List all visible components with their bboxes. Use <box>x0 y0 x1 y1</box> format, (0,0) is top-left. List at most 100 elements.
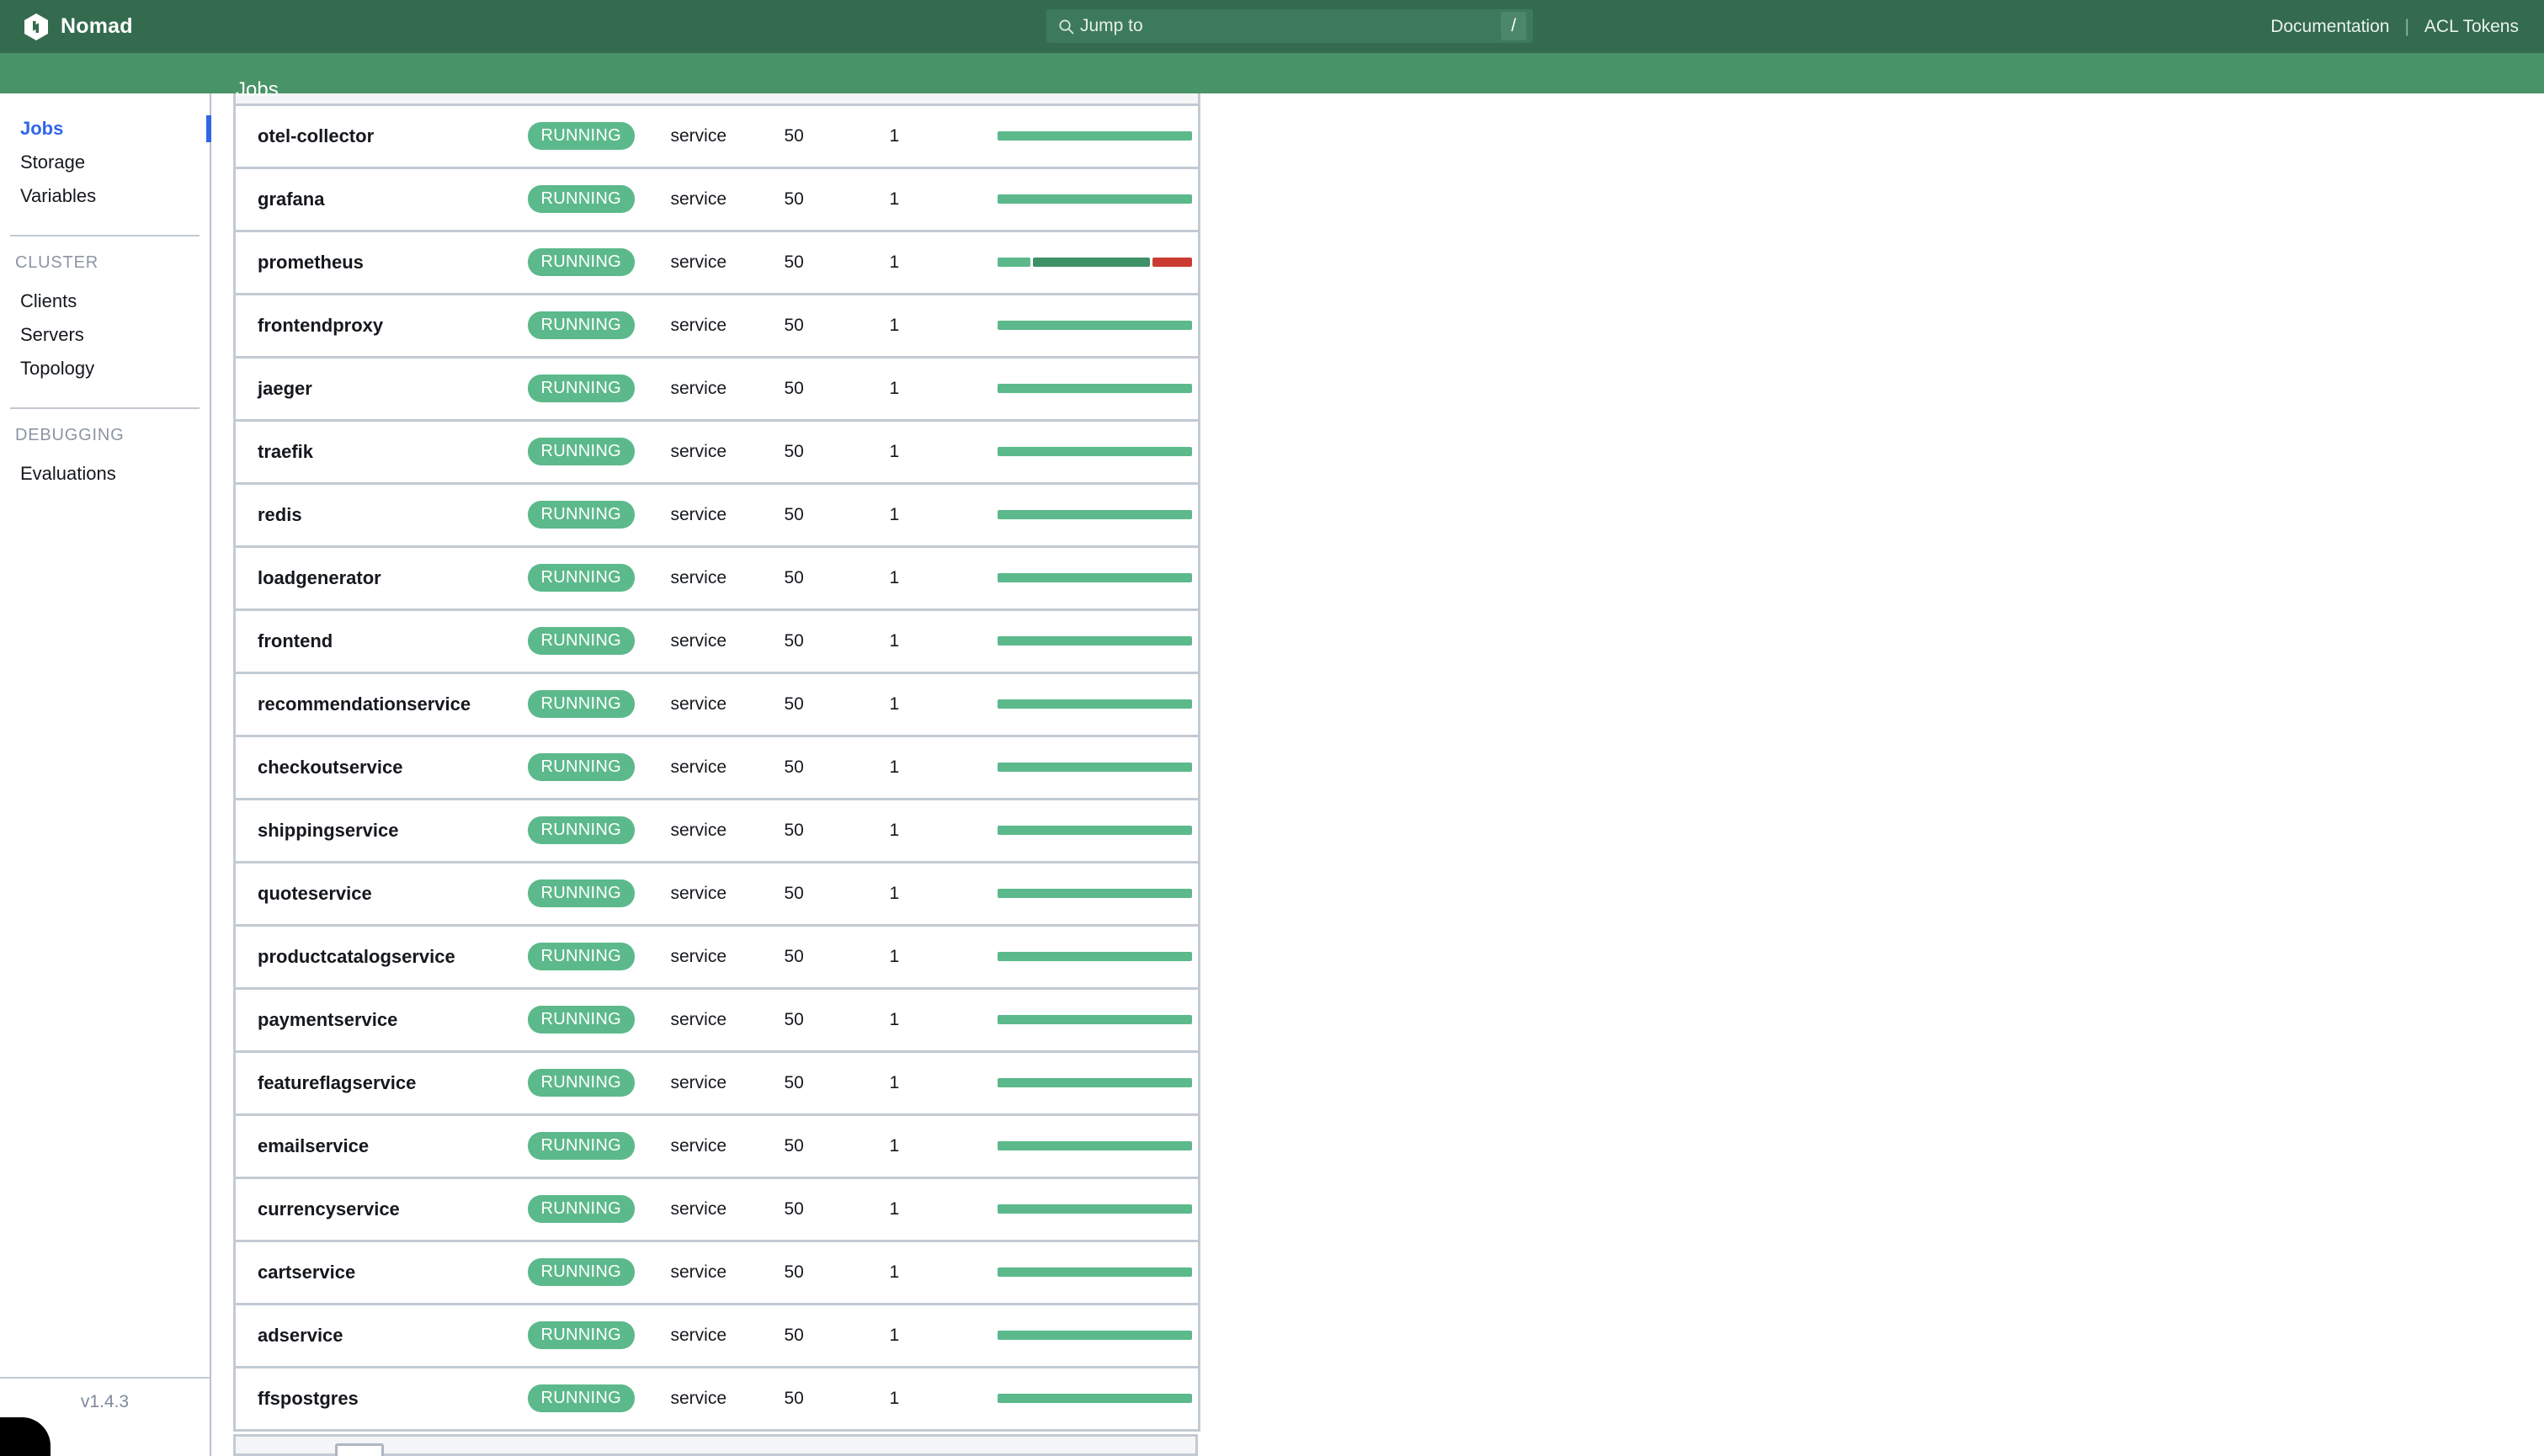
job-name-link[interactable]: recommendationservice <box>258 693 471 715</box>
job-priority-cell: 50 <box>763 483 868 546</box>
summary-segment-running <box>998 384 1192 393</box>
job-name-link[interactable]: otel-collector <box>258 125 374 146</box>
job-name-cell[interactable]: frontendproxy <box>235 294 506 357</box>
jump-to-search-box[interactable]: Jump to / <box>1046 9 1533 43</box>
pagination-button[interactable] <box>335 1443 384 1456</box>
allocation-summary-bar <box>998 826 1192 835</box>
table-row[interactable]: otel-collectorRUNNINGservice501 <box>235 104 1200 167</box>
topnav-links: Documentation | ACL Tokens <box>2270 0 2519 53</box>
job-status-cell: RUNNING <box>506 294 649 357</box>
summary-segment-running <box>998 1141 1192 1150</box>
job-name-cell[interactable]: redis <box>235 483 506 546</box>
sidebar-item-clients[interactable]: Clients <box>0 284 210 318</box>
job-name-cell[interactable]: emailservice <box>235 1114 506 1177</box>
job-name-link[interactable]: frontendproxy <box>258 315 383 336</box>
job-name-cell[interactable]: jaeger <box>235 357 506 420</box>
table-row[interactable]: featureflagserviceRUNNINGservice501 <box>235 1051 1200 1114</box>
summary-segment-running <box>998 447 1192 456</box>
brand-home-link[interactable]: Nomad <box>24 13 133 40</box>
job-name-cell[interactable]: prometheus <box>235 231 506 294</box>
job-name-link[interactable]: currencyservice <box>258 1198 400 1220</box>
table-row[interactable]: prometheusRUNNINGservice501 <box>235 231 1200 294</box>
job-name-link[interactable]: featureflagservice <box>258 1072 416 1093</box>
table-row[interactable]: cartserviceRUNNINGservice501 <box>235 1241 1200 1304</box>
job-status-cell: RUNNING <box>506 609 649 672</box>
table-row[interactable]: jaegerRUNNINGservice501 <box>235 357 1200 420</box>
table-row[interactable]: paymentserviceRUNNINGservice501 <box>235 988 1200 1051</box>
job-name-cell[interactable]: quoteservice <box>235 862 506 925</box>
job-name-cell[interactable]: adservice <box>235 1304 506 1367</box>
job-groups-cell: 1 <box>868 1114 976 1177</box>
job-name-link[interactable]: redis <box>258 504 302 525</box>
job-priority-cell: 50 <box>763 609 868 672</box>
job-name-link[interactable]: jaeger <box>258 378 312 399</box>
job-name-cell[interactable]: cartservice <box>235 1241 506 1304</box>
table-row[interactable]: quoteserviceRUNNINGservice501 <box>235 862 1200 925</box>
sidebar-item-topology[interactable]: Topology <box>0 352 210 385</box>
table-row[interactable]: traefikRUNNINGservice501 <box>235 420 1200 483</box>
summary-segment-running <box>998 131 1192 141</box>
job-type-cell: service <box>649 1177 763 1241</box>
table-row[interactable]: recommendationserviceRUNNINGservice501 <box>235 672 1200 736</box>
job-name-cell[interactable]: traefik <box>235 420 506 483</box>
job-name-cell[interactable]: paymentservice <box>235 988 506 1051</box>
table-row[interactable]: frontendRUNNINGservice501 <box>235 609 1200 672</box>
table-row[interactable]: redisRUNNINGservice501 <box>235 483 1200 546</box>
job-priority-cell: 50 <box>763 736 868 799</box>
table-row[interactable]: productcatalogserviceRUNNINGservice501 <box>235 925 1200 988</box>
job-name-link[interactable]: loadgenerator <box>258 567 381 588</box>
job-name-cell[interactable]: frontend <box>235 609 506 672</box>
acl-tokens-link[interactable]: ACL Tokens <box>2424 17 2519 37</box>
status-badge: RUNNING <box>528 122 635 150</box>
job-name-link[interactable]: frontend <box>258 630 333 651</box>
nomad-app: Nomad Jump to / Documentation | ACL Toke… <box>0 0 2544 1456</box>
table-row[interactable]: shippingserviceRUNNINGservice501 <box>235 799 1200 862</box>
job-name-link[interactable]: cartservice <box>258 1262 355 1283</box>
job-name-cell[interactable]: otel-collector <box>235 104 506 167</box>
job-name-link[interactable]: productcatalogservice <box>258 946 455 967</box>
jobs-table: Name Status Type Priority Groups Summary… <box>233 66 1200 1432</box>
job-summary-cell <box>976 1177 1200 1241</box>
sidebar-item-variables[interactable]: Variables <box>0 179 210 213</box>
job-status-cell: RUNNING <box>506 483 649 546</box>
job-name-cell[interactable]: ffspostgres <box>235 1367 506 1430</box>
job-name-link[interactable]: checkoutservice <box>258 757 402 778</box>
summary-segment-running <box>998 194 1192 204</box>
summary-segment-running <box>998 1267 1192 1277</box>
job-name-link[interactable]: emailservice <box>258 1135 369 1156</box>
job-name-cell[interactable]: checkoutservice <box>235 736 506 799</box>
sidebar-item-servers[interactable]: Servers <box>0 318 210 352</box>
table-row[interactable]: frontendproxyRUNNINGservice501 <box>235 294 1200 357</box>
search-input-placeholder[interactable]: Jump to <box>1080 16 1501 36</box>
job-name-cell[interactable]: productcatalogservice <box>235 925 506 988</box>
job-type-cell: service <box>649 609 763 672</box>
job-name-cell[interactable]: loadgenerator <box>235 546 506 609</box>
sidebar-item-evaluations[interactable]: Evaluations <box>0 457 210 491</box>
job-name-link[interactable]: paymentservice <box>258 1009 397 1030</box>
table-row[interactable]: currencyserviceRUNNINGservice501 <box>235 1177 1200 1241</box>
job-name-cell[interactable]: shippingservice <box>235 799 506 862</box>
job-name-link[interactable]: traefik <box>258 441 313 462</box>
allocation-summary-bar <box>998 321 1192 330</box>
job-groups-cell: 1 <box>868 1177 976 1241</box>
job-name-link[interactable]: grafana <box>258 189 324 210</box>
table-row[interactable]: checkoutserviceRUNNINGservice501 <box>235 736 1200 799</box>
table-row[interactable]: grafanaRUNNINGservice501 <box>235 167 1200 231</box>
job-name-cell[interactable]: grafana <box>235 167 506 231</box>
job-name-link[interactable]: quoteservice <box>258 883 372 904</box>
table-row[interactable]: emailserviceRUNNINGservice501 <box>235 1114 1200 1177</box>
job-name-link[interactable]: shippingservice <box>258 820 399 841</box>
documentation-link[interactable]: Documentation <box>2270 17 2389 37</box>
job-name-link[interactable]: adservice <box>258 1325 343 1346</box>
job-name-link[interactable]: prometheus <box>258 252 364 273</box>
table-row[interactable]: ffspostgresRUNNINGservice501 <box>235 1367 1200 1430</box>
job-name-cell[interactable]: featureflagservice <box>235 1051 506 1114</box>
summary-segment-failed <box>1152 258 1191 267</box>
sidebar-item-storage[interactable]: Storage <box>0 146 210 179</box>
table-row[interactable]: loadgeneratorRUNNINGservice501 <box>235 546 1200 609</box>
job-name-cell[interactable]: currencyservice <box>235 1177 506 1241</box>
sidebar-item-jobs[interactable]: Jobs <box>0 112 210 146</box>
table-row[interactable]: adserviceRUNNINGservice501 <box>235 1304 1200 1367</box>
job-name-link[interactable]: ffspostgres <box>258 1388 359 1409</box>
job-name-cell[interactable]: recommendationservice <box>235 672 506 736</box>
